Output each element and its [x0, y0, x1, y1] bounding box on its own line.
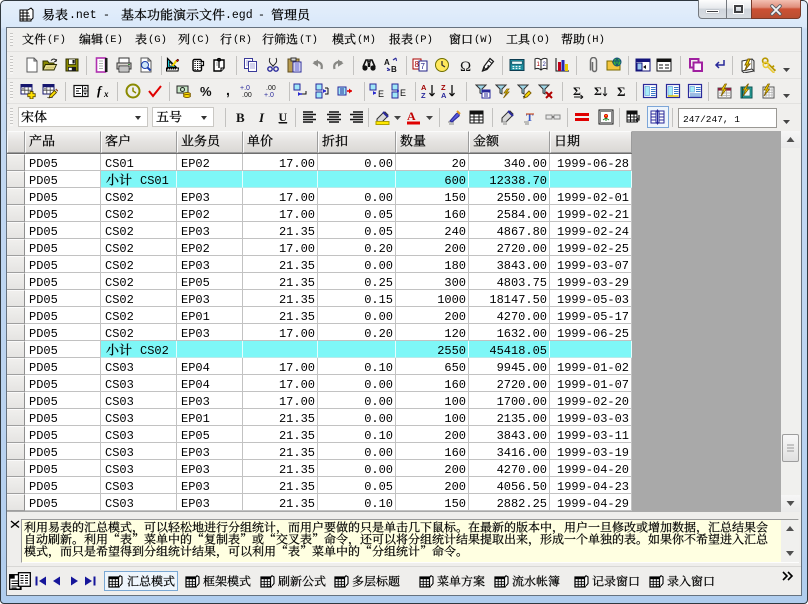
- svg-text:,: ,: [226, 83, 230, 98]
- svg-text:B: B: [391, 65, 397, 73]
- svg-text:B: B: [236, 110, 245, 125]
- svg-text:+.0: +.0: [240, 85, 250, 92]
- svg-text:.00: .00: [242, 92, 252, 99]
- svg-text:+.0: +.0: [264, 92, 274, 99]
- svg-text:I: I: [258, 110, 265, 125]
- svg-text:U: U: [279, 110, 288, 124]
- svg-text:Ω: Ω: [460, 59, 471, 73]
- svg-text:A: A: [441, 91, 447, 99]
- svg-text:%: %: [200, 84, 212, 99]
- svg-text:Σ: Σ: [617, 84, 626, 99]
- svg-text:Σ: Σ: [594, 84, 602, 98]
- svg-text:E: E: [378, 89, 384, 99]
- svg-text:7: 7: [421, 62, 426, 71]
- svg-text:A: A: [384, 58, 390, 67]
- svg-text:x: x: [103, 89, 109, 99]
- svg-text:.00: .00: [266, 85, 276, 92]
- svg-text:f: f: [97, 83, 103, 98]
- svg-text:Σ: Σ: [573, 84, 581, 98]
- svg-text:A: A: [407, 109, 416, 123]
- svg-text:Z: Z: [421, 91, 426, 99]
- svg-text:E: E: [400, 88, 406, 98]
